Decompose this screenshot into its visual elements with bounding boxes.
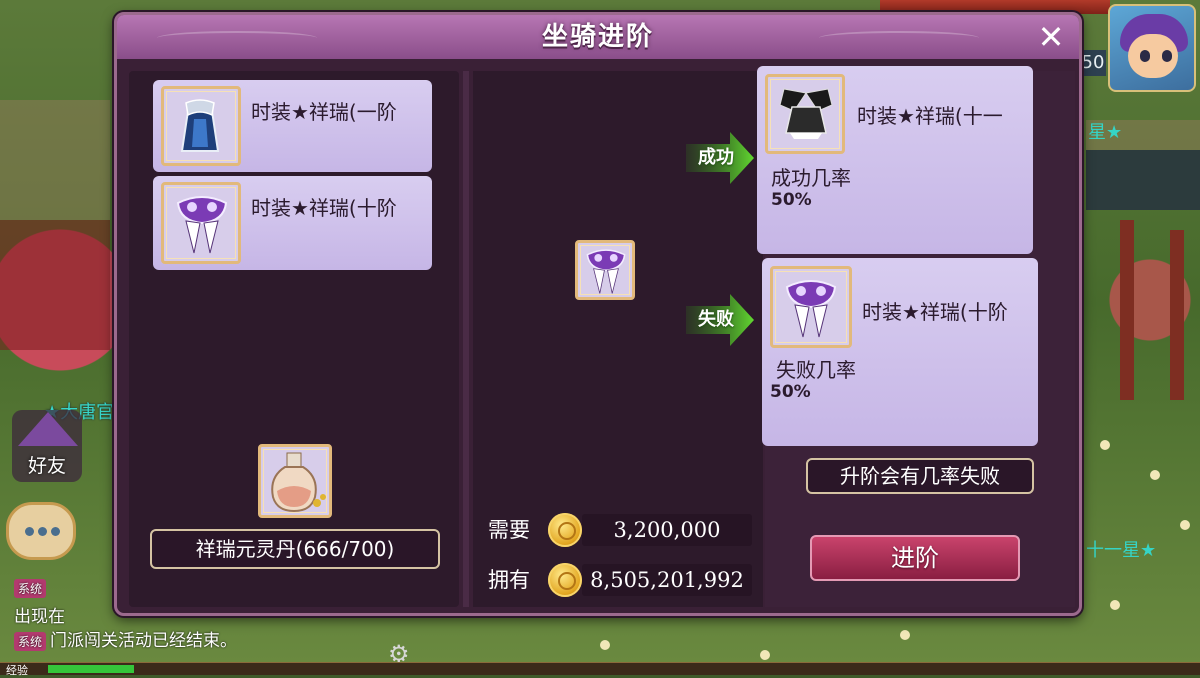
gold-coin-icon [548, 563, 582, 597]
have-value: 8,505,201,992 [590, 568, 744, 592]
robe-icon [180, 99, 220, 152]
player-avatar[interactable] [1108, 4, 1196, 92]
failure-rate-value: 50% [770, 382, 811, 402]
item-name: 时装★祥瑞(一阶 [251, 100, 397, 124]
material-slot[interactable] [258, 444, 332, 518]
item-name: 时装★祥瑞(十阶 [251, 196, 397, 220]
failure-arrow-label: 失败 [698, 309, 734, 330]
gold-coin-icon [548, 513, 582, 547]
advance-button[interactable]: 进阶 [810, 535, 1020, 581]
preview-slot[interactable] [575, 240, 635, 300]
system-tag: 系统 [14, 631, 47, 651]
chat-text: 门派闯关活动已经结束。 [50, 631, 238, 651]
chat-icon[interactable] [6, 502, 76, 560]
item-slot [161, 86, 241, 166]
success-arrow-label: 成功 [698, 147, 734, 168]
need-label: 需要 [488, 518, 530, 542]
success-result-card[interactable]: 时装★祥瑞(十一 成功几率 50% [757, 66, 1033, 254]
exp-label: 经验 [6, 664, 28, 677]
mask-icon [785, 280, 837, 338]
failure-rate-label: 失败几率 [776, 358, 856, 382]
item-name: 时装★祥瑞(十阶 [862, 300, 1008, 324]
potion-icon [271, 452, 326, 513]
need-value: 3,200,000 [613, 518, 721, 542]
dark-wing-icon [779, 88, 833, 139]
have-label: 拥有 [488, 568, 530, 592]
failure-info-button[interactable]: 升阶会有几率失败 [806, 458, 1034, 494]
success-rate-value: 50% [771, 190, 812, 210]
mask-icon [176, 196, 228, 254]
material-name: 祥瑞元灵丹(666/700) [150, 529, 440, 569]
friend-hat-icon [18, 412, 78, 446]
item-slot [765, 74, 845, 154]
side-text-right-bottom: 十一星★ [1086, 540, 1157, 561]
panel-divider [463, 71, 469, 607]
counter-badge: 50 [1080, 50, 1106, 76]
failure-result-card[interactable]: 时装★祥瑞(十阶 失败几率 50% [762, 258, 1038, 446]
source-item-card[interactable]: 时装★祥瑞(一阶 [153, 80, 432, 172]
dialog-title: 坐骑进阶 [541, 22, 654, 52]
exp-fill [48, 665, 134, 673]
item-slot [770, 266, 852, 348]
cost-need-row: 需要 3,200,000 [480, 512, 752, 548]
system-tag: 系统 [14, 578, 47, 598]
source-item-card[interactable]: 时装★祥瑞(十阶 [153, 176, 432, 270]
friends-button[interactable]: 好友 [12, 410, 82, 482]
item-name: 时装★祥瑞(十一 [857, 104, 1003, 128]
mask-icon [586, 249, 626, 294]
cost-have-row: 拥有 8,505,201,992 [480, 562, 752, 598]
chat-line: 系统 门派闯关活动已经结束。 [0, 626, 420, 651]
chat-text: 出现在 [14, 607, 65, 627]
exp-bar: 经验 [0, 662, 1200, 677]
item-slot [161, 182, 241, 264]
side-text-right-top: 星★ [1088, 122, 1123, 143]
success-rate-label: 成功几率 [771, 166, 851, 190]
close-icon[interactable]: ✕ [1031, 17, 1071, 57]
friends-label: 好友 [27, 455, 66, 477]
